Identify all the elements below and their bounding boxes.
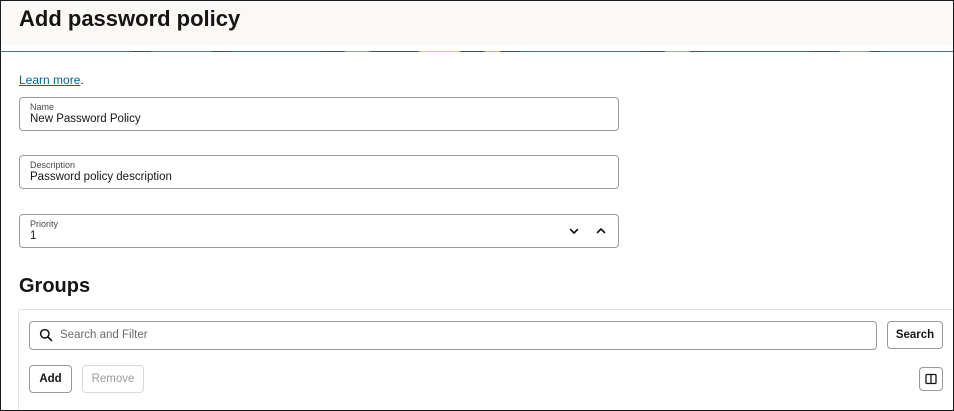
columns-icon bbox=[925, 373, 937, 385]
search-icon bbox=[39, 328, 53, 342]
priority-label: Priority bbox=[30, 219, 59, 229]
page-frame: Add password policy Learn more. Name New… bbox=[0, 0, 954, 411]
groups-search-input[interactable]: Search and Filter bbox=[29, 321, 877, 350]
search-placeholder: Search and Filter bbox=[60, 329, 148, 341]
name-input[interactable]: New Password Policy bbox=[30, 113, 141, 125]
name-label: Name bbox=[30, 102, 55, 112]
groups-section-title: Groups bbox=[19, 275, 91, 297]
page-title: Add password policy bbox=[19, 6, 241, 31]
description-input[interactable]: Password policy description bbox=[30, 171, 172, 183]
chevron-up-icon bbox=[596, 228, 606, 234]
decorative-banner bbox=[1, 45, 953, 52]
intro-punctuation: . bbox=[80, 73, 84, 87]
chevron-down-icon bbox=[569, 228, 579, 234]
remove-group-button[interactable]: Remove bbox=[82, 365, 144, 393]
name-field[interactable]: Name New Password Policy bbox=[19, 97, 619, 131]
learn-more-link[interactable]: Learn more bbox=[19, 73, 80, 87]
priority-input[interactable]: 1 bbox=[30, 230, 36, 242]
description-field[interactable]: Description Password policy description bbox=[19, 155, 619, 189]
search-button[interactable]: Search bbox=[887, 321, 943, 349]
add-group-button[interactable]: Add bbox=[29, 365, 72, 393]
column-toggle-button[interactable] bbox=[919, 367, 943, 391]
priority-decrement-button[interactable] bbox=[564, 221, 584, 241]
description-label: Description bbox=[30, 160, 76, 170]
intro-text: Learn more. bbox=[19, 73, 84, 87]
priority-increment-button[interactable] bbox=[591, 221, 611, 241]
page-header: Add password policy bbox=[1, 1, 953, 45]
priority-field[interactable]: Priority 1 bbox=[19, 214, 619, 248]
